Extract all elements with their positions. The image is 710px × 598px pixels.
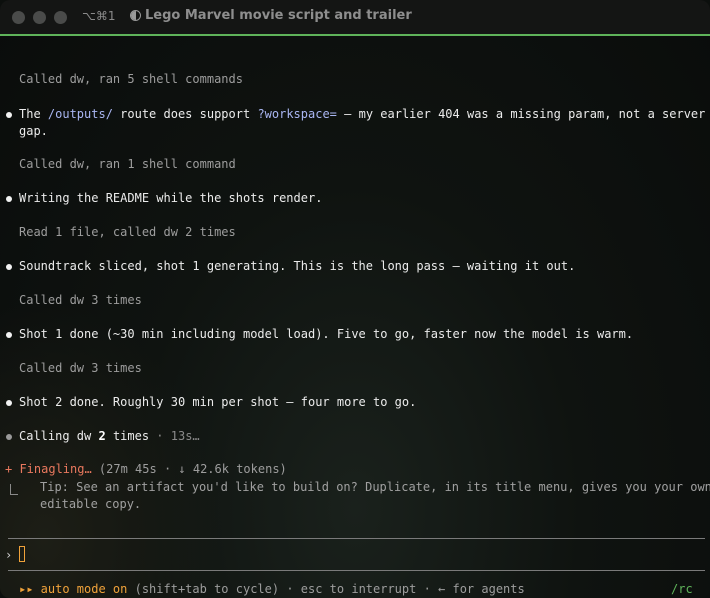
- close-window-button[interactable]: [12, 11, 25, 24]
- minimize-window-button[interactable]: [33, 11, 46, 24]
- pending-bullet-icon: [6, 434, 12, 440]
- elapsed-time: · 13s…: [149, 429, 200, 443]
- title-bar: ⌥⌘1 Lego Marvel movie script and trailer: [0, 0, 710, 36]
- message-text: route does support: [112, 107, 258, 121]
- tool-call-summary[interactable]: Called dw 3 times: [19, 292, 142, 309]
- zoom-window-button[interactable]: [54, 11, 67, 24]
- bullet-icon: [6, 400, 12, 406]
- background-scenery: [0, 300, 220, 598]
- tip-text: Tip: See an artifact you'd like to build…: [40, 480, 710, 494]
- tool-call-summary[interactable]: Called dw, ran 5 shell commands: [19, 71, 243, 88]
- bullet-icon: [6, 332, 12, 338]
- assistant-message: Writing the README while the shots rende…: [19, 191, 323, 205]
- active-tool-text: Calling dw: [19, 429, 99, 443]
- active-tool-count: 2: [98, 429, 106, 443]
- status-line: + Finagling… (27m 45s · ↓ 42.6k tokens): [5, 461, 287, 478]
- assistant-message: The /outputs/ route does support ?worksp…: [19, 106, 705, 123]
- bullet-icon: [6, 264, 12, 270]
- rc-indicator: /rc: [671, 582, 693, 596]
- tree-corner-icon: [10, 484, 18, 495]
- tool-call-summary[interactable]: Called dw, ran 1 shell command: [19, 156, 236, 173]
- prompt-input[interactable]: [19, 546, 25, 562]
- message-text: — my earlier 404 was a missing param, no…: [336, 107, 706, 121]
- bullet-icon: [6, 196, 12, 202]
- window-title: Lego Marvel movie script and trailer: [145, 8, 412, 23]
- assistant-message: Shot 1 done (~30 min including model loa…: [19, 327, 634, 341]
- half-circle-icon: [130, 10, 141, 21]
- tool-call-summary[interactable]: Read 1 file, called dw 2 times: [19, 224, 236, 241]
- active-tool-text: times: [105, 429, 150, 443]
- tip-text-continuation: editable copy.: [40, 497, 142, 511]
- prompt-chevron-icon: ›: [5, 548, 13, 562]
- bullet-icon: [6, 112, 12, 118]
- active-tool-call[interactable]: Calling dw 2 times · 13s…: [19, 428, 200, 445]
- inline-code: ?workspace=: [257, 107, 337, 121]
- status-detail: (27m 45s · ↓ 42.6k tokens): [91, 462, 287, 476]
- assistant-message: Shot 2 done. Roughly 30 min per shot — f…: [19, 395, 417, 409]
- prompt-top-divider: [8, 538, 705, 539]
- assistant-message: Soundtrack sliced, shot 1 generating. Th…: [19, 259, 576, 273]
- tab-shortcut-label: ⌥⌘1: [82, 9, 116, 23]
- footer-bar: ▸▸ auto mode on (shift+tab to cycle) · e…: [19, 582, 525, 596]
- inline-code: /outputs/: [47, 107, 113, 121]
- tool-call-summary[interactable]: Called dw 3 times: [19, 360, 142, 377]
- spinner-status: + Finagling…: [5, 462, 92, 476]
- auto-mode-indicator[interactable]: ▸▸ auto mode on: [19, 582, 127, 596]
- assistant-message-continuation: gap.: [19, 124, 48, 138]
- prompt-bottom-divider: [8, 570, 705, 571]
- terminal-window: ⌥⌘1 Lego Marvel movie script and trailer…: [0, 0, 710, 598]
- message-text: The: [19, 107, 48, 121]
- footer-hint: (shift+tab to cycle) · esc to interrupt …: [127, 582, 525, 596]
